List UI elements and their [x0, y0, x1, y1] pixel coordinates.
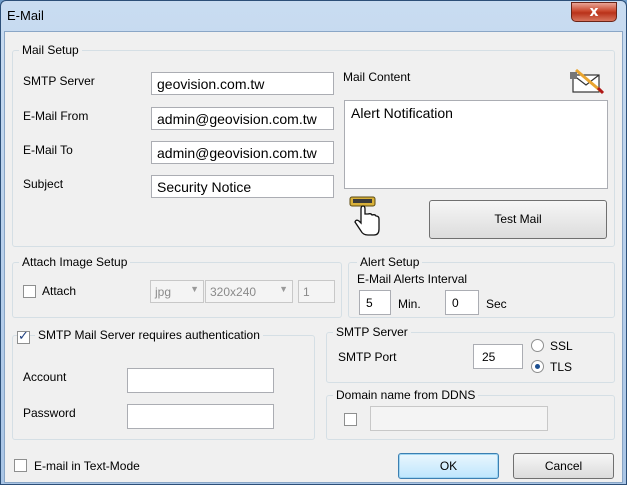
email-to-input[interactable]: admin@geovision.com.tw — [151, 141, 334, 164]
ddns-checkbox[interactable] — [344, 413, 357, 426]
smtp-server-group: SMTP Server SMTP Port 25 SSL TLS — [326, 325, 615, 383]
mail-setup-title: Mail Setup — [19, 43, 82, 57]
text-mode-checkbox[interactable] — [14, 459, 27, 472]
text-mode-label: E-mail in Text-Mode — [34, 459, 140, 473]
image-count-input[interactable]: 1 — [298, 280, 335, 303]
smtp-server-input[interactable]: geovision.com.tw — [151, 72, 334, 95]
smtp-port-label: SMTP Port — [338, 350, 397, 364]
password-input[interactable] — [127, 404, 274, 429]
close-icon: x — [589, 4, 599, 20]
email-from-label: E-Mail From — [23, 109, 89, 123]
alert-minutes-input[interactable]: 5 — [359, 290, 391, 315]
ddns-group: Domain name from DDNS — [326, 388, 615, 440]
test-mail-button[interactable]: Test Mail — [429, 200, 607, 239]
dialog-client-area: Mail Setup SMTP Server geovision.com.tw … — [4, 31, 623, 483]
ssl-radio[interactable] — [531, 339, 544, 352]
title-bar: E-Mail x — [1, 1, 626, 31]
ddns-input[interactable] — [370, 406, 548, 431]
mail-content-label: Mail Content — [343, 70, 411, 84]
attach-image-title: Attach Image Setup — [19, 255, 131, 269]
image-format-select[interactable]: jpg ▼ — [150, 280, 204, 303]
email-dialog: E-Mail x Mail Setup SMTP Server geovisio… — [0, 0, 627, 485]
attach-label: Attach — [42, 284, 77, 298]
image-resolution-select[interactable]: 320x240 ▼ — [205, 280, 293, 303]
mail-setup-group: Mail Setup SMTP Server geovision.com.tw … — [12, 43, 615, 247]
smtp-server-group-title: SMTP Server — [333, 325, 411, 339]
mail-edit-icon[interactable] — [568, 66, 606, 96]
smtp-server-label: SMTP Server — [23, 74, 95, 88]
attach-checkbox[interactable] — [23, 285, 36, 298]
alert-setup-title: Alert Setup — [357, 255, 423, 269]
seconds-unit-label: Sec — [486, 297, 507, 311]
tls-radio[interactable] — [531, 360, 544, 373]
smtp-auth-group: SMTP Mail Server requires authentication… — [12, 328, 315, 440]
tls-label: TLS — [550, 360, 573, 374]
smtp-port-input[interactable]: 25 — [473, 344, 523, 369]
image-format-value: jpg — [155, 285, 172, 299]
ssl-label: SSL — [550, 339, 573, 353]
password-label: Password — [23, 406, 76, 420]
ddns-title: Domain name from DDNS — [333, 388, 479, 402]
mail-content-textarea[interactable]: Alert Notification — [344, 100, 608, 189]
close-button[interactable]: x — [571, 2, 617, 22]
chevron-down-icon: ▼ — [190, 284, 199, 294]
account-input[interactable] — [127, 368, 274, 393]
cancel-button[interactable]: Cancel — [513, 453, 614, 479]
alert-seconds-input[interactable]: 0 — [445, 290, 479, 315]
alerts-interval-label: E-Mail Alerts Interval — [357, 272, 468, 286]
subject-input[interactable]: Security Notice — [151, 175, 334, 198]
smtp-auth-checkbox[interactable] — [17, 329, 30, 344]
chevron-down-icon: ▼ — [279, 284, 288, 294]
email-to-label: E-Mail To — [23, 143, 73, 157]
image-resolution-value: 320x240 — [210, 285, 257, 299]
alert-setup-group: Alert Setup E-Mail Alerts Interval 5 Min… — [348, 255, 615, 318]
window-title: E-Mail — [7, 8, 44, 23]
minutes-unit-label: Min. — [398, 297, 421, 311]
subject-label: Subject — [23, 177, 64, 191]
hand-pointer-icon[interactable] — [349, 195, 383, 239]
smtp-auth-title: SMTP Mail Server requires authentication — [35, 328, 263, 342]
ok-button[interactable]: OK — [398, 453, 499, 479]
email-from-input[interactable]: admin@geovision.com.tw — [151, 107, 334, 130]
account-label: Account — [23, 370, 67, 384]
attach-image-group: Attach Image Setup Attach jpg ▼ 320x240 … — [12, 255, 342, 318]
